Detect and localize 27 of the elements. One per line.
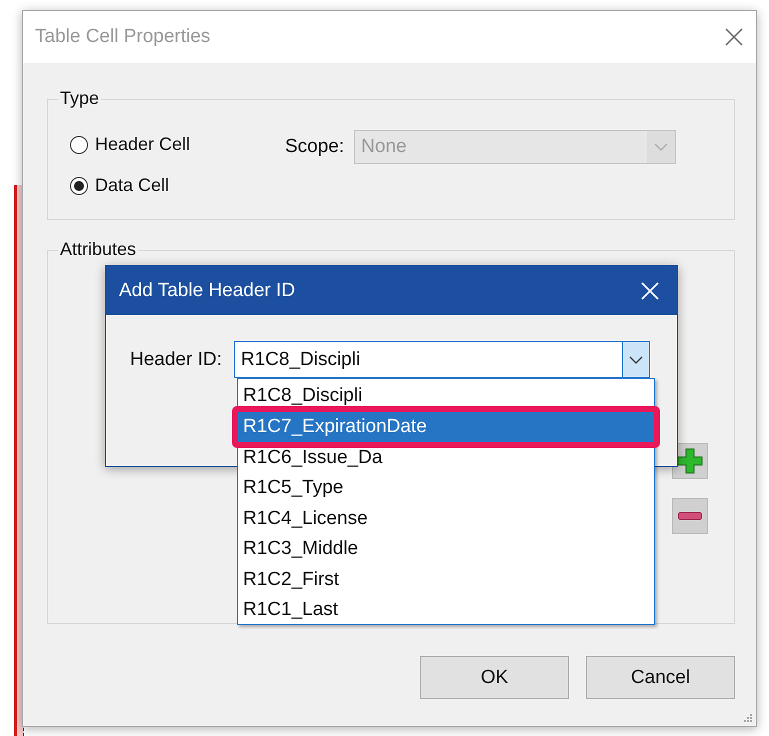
list-option[interactable]: R1C1_Last: [238, 595, 654, 626]
radio-button[interactable]: [70, 136, 88, 154]
list-option[interactable]: R1C3_Middle: [238, 534, 654, 564]
cancel-button[interactable]: Cancel: [586, 656, 735, 699]
header-id-label: Header ID:: [130, 348, 222, 370]
scope-label: Scope:: [285, 136, 344, 158]
minus-icon: [678, 512, 702, 520]
window-title: Table Cell Properties: [35, 26, 210, 48]
scope-dropdown: None: [354, 130, 676, 164]
list-option[interactable]: R1C5_Type: [238, 473, 654, 504]
list-option[interactable]: R1C4_License: [238, 504, 654, 534]
list-option[interactable]: R1C2_First: [238, 564, 654, 595]
chevron-down-icon: [654, 143, 668, 151]
radio-option[interactable]: Data Cell: [70, 175, 285, 196]
close-icon[interactable]: [724, 27, 744, 47]
radio-label: Data Cell: [95, 175, 170, 196]
resize-grip-icon[interactable]: [743, 713, 753, 723]
radio-option[interactable]: Header Cell: [70, 134, 285, 155]
radio-label: Header Cell: [95, 134, 190, 155]
dialog-title: Add Table Header ID: [119, 280, 296, 302]
remove-button[interactable]: [672, 498, 708, 534]
list-option[interactable]: R1C7_ExpirationDate: [232, 406, 660, 448]
chevron-down-icon: [628, 356, 643, 364]
header-id-dropdown[interactable]: R1C8_Discipli: [234, 341, 650, 378]
ok-button[interactable]: OK: [420, 656, 569, 699]
radio-button[interactable]: [70, 176, 88, 194]
plus-icon: [677, 448, 703, 474]
